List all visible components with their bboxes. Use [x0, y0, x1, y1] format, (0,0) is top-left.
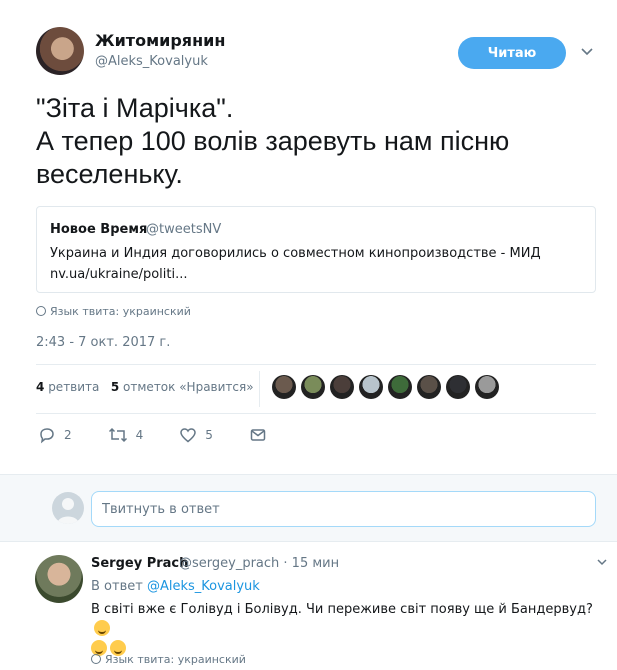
follow-button[interactable]: Читаю — [458, 37, 566, 69]
message-button[interactable] — [249, 426, 275, 444]
reply-button[interactable]: 2 — [38, 426, 72, 444]
likes-label: отметок «Нравится» — [123, 380, 254, 394]
heart-icon — [180, 428, 197, 443]
tweet-actions: 2 4 5 — [38, 426, 311, 444]
quoted-tweet[interactable]: Новое Время @tweetsNV Украина и Индия до… — [36, 206, 596, 293]
quote-author-handle: @tweetsNV — [146, 222, 222, 237]
globe-icon — [91, 654, 101, 664]
reply-body: В світі вже є Голівуд і Болівуд. Чи пере… — [91, 602, 593, 617]
tweet-timestamp[interactable]: 2:43 - 7 окт. 2017 г. — [36, 335, 170, 350]
reply-compose — [0, 474, 617, 542]
reply-author-name[interactable]: Sergey Prach — [91, 556, 188, 571]
tweet-stats: 4 ретвита 5 отметок «Нравится» — [36, 380, 254, 394]
quote-body: Украина и Индия договорились о совместно… — [50, 246, 541, 261]
caret-down-icon[interactable] — [580, 45, 594, 59]
reply-to-prefix: В ответ — [91, 579, 143, 594]
liker-avatar[interactable] — [301, 375, 325, 399]
reply-count: 2 — [64, 428, 72, 442]
reply-to-handle-link[interactable]: @Aleks_Kovalyuk — [147, 579, 260, 594]
divider — [36, 413, 596, 414]
quote-text: Украина и Индия договорились о совместно… — [50, 243, 580, 285]
retweets-count: 4 — [36, 380, 45, 394]
wink-emoji-icon — [94, 620, 110, 636]
message-icon — [250, 429, 266, 441]
reply-author-meta[interactable]: @sergey_prach · 15 мин — [179, 556, 339, 571]
retweets-label: ретвита — [48, 380, 100, 394]
like-button[interactable]: 5 — [179, 426, 213, 444]
liker-avatar[interactable] — [359, 375, 383, 399]
author-name[interactable]: Житомирянин — [95, 31, 225, 50]
liker-avatar[interactable] — [388, 375, 412, 399]
tweet-language: Язык твита: украинский — [36, 305, 191, 318]
caret-down-icon[interactable] — [596, 556, 608, 571]
retweet-count: 4 — [135, 428, 144, 442]
likes-stat[interactable]: 5 отметок «Нравится» — [111, 380, 254, 394]
tweet-language-label: Язык твита: украинский — [50, 305, 191, 318]
likes-count: 5 — [110, 380, 120, 394]
like-count: 5 — [205, 428, 213, 442]
author-handle[interactable]: @Aleks_Kovalyuk — [95, 54, 208, 69]
liker-avatar[interactable] — [417, 375, 441, 399]
main-tweet: Житомирянин @Aleks_Kovalyuk Читаю "Зіта … — [0, 0, 617, 474]
tweet-line-2: А тепер 100 волів заревуть нам пісню вес… — [36, 126, 510, 189]
liker-avatar[interactable] — [272, 375, 296, 399]
liker-avatar[interactable] — [475, 375, 499, 399]
retweets-stat[interactable]: 4 ретвита — [36, 380, 99, 394]
reply-text: В світі вже є Голівуд і Болівуд. Чи пере… — [91, 600, 596, 660]
quote-link[interactable]: nv.ua/ukraine/politi... — [50, 264, 580, 285]
retweet-button[interactable]: 4 — [108, 426, 144, 444]
likers-avatars — [272, 375, 499, 399]
tweet-text: "Зіта і Марічка". А тепер 100 волів заре… — [36, 92, 596, 191]
reply-input[interactable] — [91, 491, 596, 527]
divider — [36, 364, 596, 365]
liker-avatar[interactable] — [330, 375, 354, 399]
user-avatar — [52, 492, 84, 524]
globe-icon — [36, 306, 46, 316]
liker-avatar[interactable] — [446, 375, 470, 399]
reply-tweet: Sergey Prach @sergey_prach · 15 мин В от… — [0, 542, 617, 670]
reply-icon — [40, 428, 54, 444]
reply-author-avatar[interactable] — [35, 555, 83, 603]
retweet-icon — [108, 427, 127, 443]
reply-language-label: Язык твита: украинский — [105, 653, 246, 666]
tweet-line-1: "Зіта і Марічка". — [36, 93, 234, 123]
reply-to: В ответ @Aleks_Kovalyuk — [91, 579, 260, 594]
stats-separator — [259, 371, 260, 407]
quote-author-name: Новое Время — [50, 222, 148, 237]
reply-language: Язык твита: украинский — [91, 653, 246, 666]
author-avatar[interactable] — [36, 27, 84, 75]
